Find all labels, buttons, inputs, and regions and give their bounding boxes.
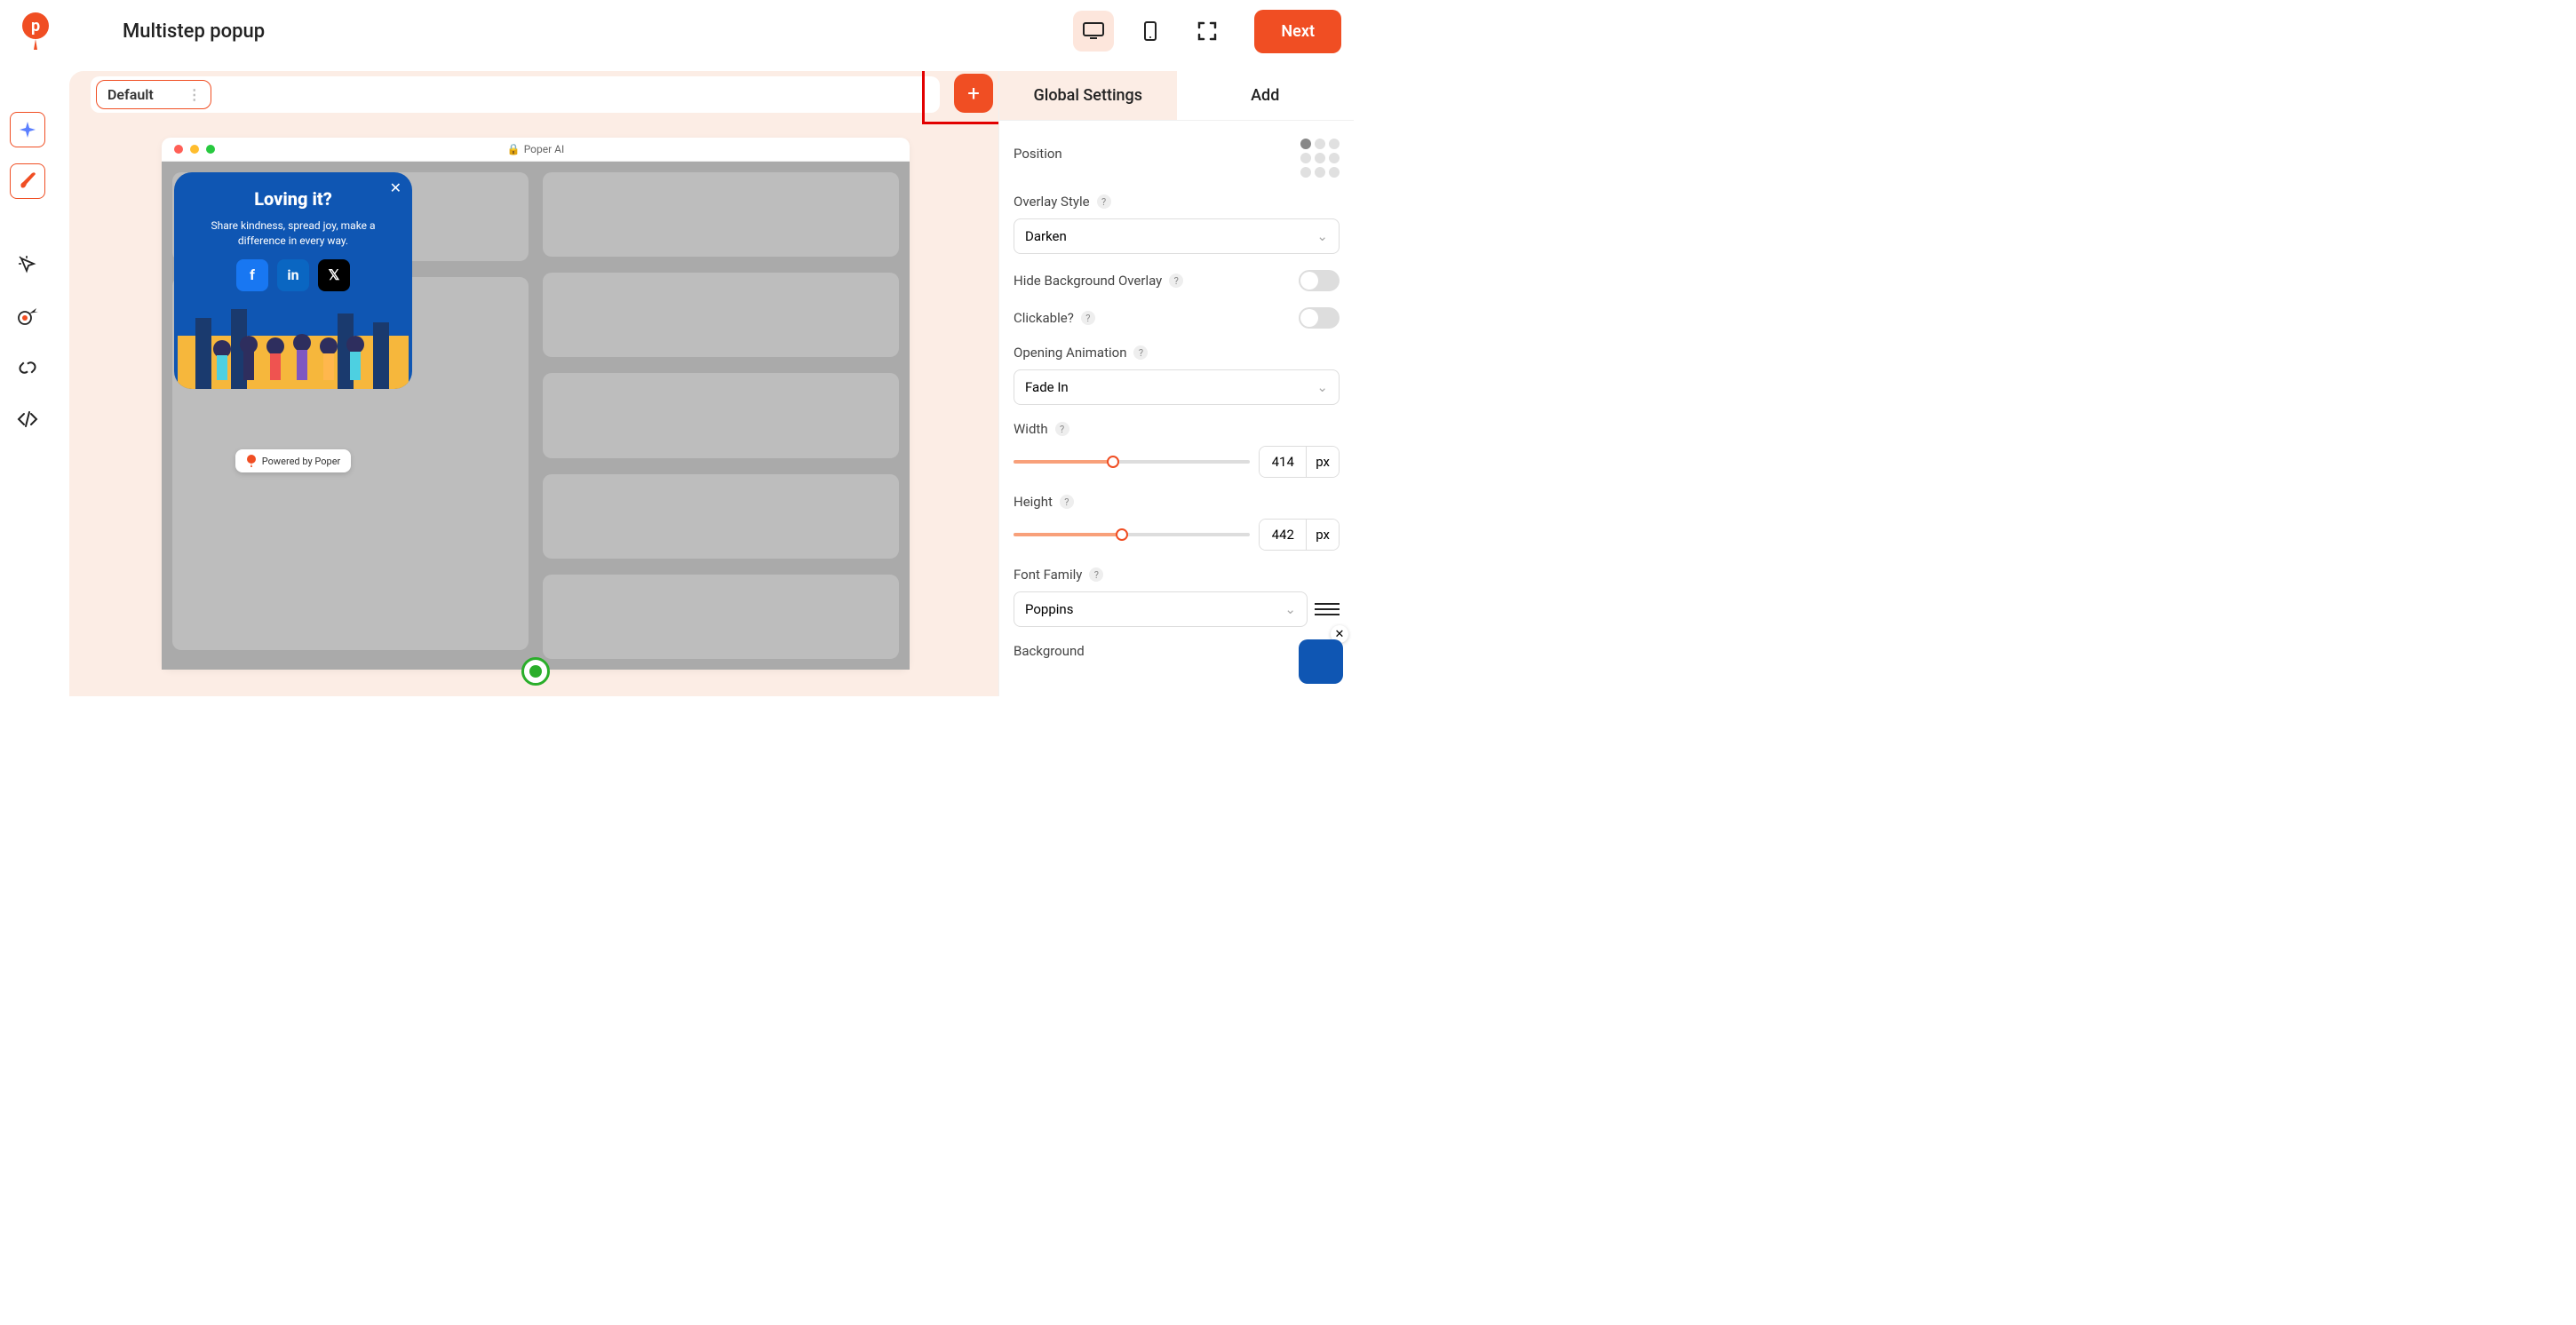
step-chip-label: Default: [107, 86, 154, 103]
code-icon: [17, 410, 38, 428]
clickable-toggle[interactable]: [1299, 307, 1340, 329]
help-icon[interactable]: ?: [1060, 495, 1074, 509]
browser-chrome: 🔒 Poper AI: [162, 138, 910, 162]
popup-close-button[interactable]: ✕: [390, 179, 402, 196]
cursor-click-icon: [18, 255, 37, 274]
help-icon[interactable]: ?: [1055, 422, 1069, 436]
target-icon: [17, 306, 38, 326]
browser-body: ✕ Loving it? Share kindness, spread joy,…: [162, 162, 910, 670]
mobile-preview-button[interactable]: [1130, 11, 1171, 52]
device-preview-group: [1073, 11, 1228, 52]
annotation-arrow: [975, 124, 998, 382]
placeholder-block: [543, 373, 899, 457]
rail-design-button[interactable]: [10, 163, 45, 199]
help-icon[interactable]: ?: [1097, 194, 1111, 209]
overlay-style-select[interactable]: Darken ⌄: [1014, 218, 1340, 254]
settings-panel: Global Settings Add Position Overlay Sty…: [998, 71, 1354, 696]
chevron-down-icon: ⌄: [1316, 379, 1328, 395]
opening-anim-select[interactable]: Fade In ⌄: [1014, 369, 1340, 405]
main-area: Default ⋮ + 🔒 Poper AI: [69, 71, 1354, 696]
brush-icon: [18, 171, 37, 191]
sparkle-icon: [18, 120, 37, 139]
more-vertical-icon[interactable]: ⋮: [161, 86, 200, 103]
popup-illustration: [174, 300, 412, 389]
font-options-button[interactable]: [1315, 597, 1340, 622]
mobile-icon: [1143, 20, 1157, 42]
background-label: Background: [1014, 643, 1085, 659]
add-step-highlight: +: [922, 71, 998, 124]
linkedin-icon[interactable]: in: [277, 259, 309, 291]
width-label: Width: [1014, 421, 1048, 437]
hide-overlay-label: Hide Background Overlay: [1014, 273, 1162, 289]
panel-tabs: Global Settings Add: [999, 71, 1354, 121]
width-unit[interactable]: px: [1306, 447, 1339, 477]
desktop-preview-button[interactable]: [1073, 11, 1114, 52]
height-unit[interactable]: px: [1306, 520, 1339, 550]
svg-text:p: p: [31, 17, 40, 36]
preview-popup[interactable]: ✕ Loving it? Share kindness, spread joy,…: [174, 172, 412, 389]
poper-logo-icon: [246, 455, 257, 467]
help-icon[interactable]: ?: [1169, 274, 1183, 288]
clickable-label: Clickable?: [1014, 310, 1074, 326]
canvas-area: Default ⋮ + 🔒 Poper AI: [69, 71, 998, 696]
width-input[interactable]: [1260, 447, 1306, 477]
height-slider[interactable]: [1014, 533, 1250, 536]
opening-anim-label: Opening Animation: [1014, 345, 1126, 361]
tab-add[interactable]: Add: [1177, 71, 1355, 120]
app-logo: p: [18, 11, 53, 52]
rail-code-button[interactable]: [10, 401, 45, 437]
popup-subtitle: Share kindness, spread joy, make a diffe…: [187, 218, 400, 249]
panel-body: Position Overlay Style? Darken ⌄ Hide Ba…: [999, 121, 1354, 696]
help-icon[interactable]: ?: [1089, 567, 1103, 582]
x-icon[interactable]: 𝕏: [318, 259, 350, 291]
chevron-down-icon: ⌄: [1316, 228, 1328, 244]
height-label: Height: [1014, 494, 1053, 510]
plus-icon: +: [967, 81, 980, 106]
traffic-light-close: [174, 145, 183, 154]
height-input-group: px: [1259, 519, 1340, 551]
lock-icon: 🔒: [507, 143, 521, 155]
top-header: p Multistep popup Next: [0, 0, 1354, 62]
next-button[interactable]: Next: [1254, 10, 1341, 53]
step-chip-default[interactable]: Default ⋮: [96, 80, 211, 109]
help-icon[interactable]: ?: [1081, 311, 1095, 325]
link-icon: [18, 358, 37, 377]
height-input[interactable]: [1260, 520, 1306, 550]
traffic-light-max: [206, 145, 215, 154]
fullscreen-button[interactable]: [1187, 11, 1228, 52]
help-icon[interactable]: ?: [1133, 345, 1148, 360]
resize-handle[interactable]: [521, 657, 550, 686]
fullscreen-icon: [1197, 21, 1217, 41]
rail-ai-button[interactable]: [10, 112, 45, 147]
rail-interact-button[interactable]: [10, 247, 45, 282]
powered-by-badge[interactable]: Powered by Poper: [235, 449, 352, 472]
traffic-light-min: [190, 145, 199, 154]
preview-browser: 🔒 Poper AI ✕ L: [162, 138, 910, 670]
chevron-down-icon: ⌄: [1284, 601, 1296, 617]
desktop-icon: [1082, 21, 1105, 41]
placeholder-block: [543, 273, 899, 357]
width-slider[interactable]: [1014, 460, 1250, 464]
position-picker[interactable]: [1300, 139, 1340, 178]
font-family-select[interactable]: Poppins ⌄: [1014, 591, 1308, 627]
browser-url: 🔒 Poper AI: [507, 143, 565, 155]
left-tool-rail: [9, 112, 46, 437]
popup-title: Loving it?: [187, 188, 400, 210]
placeholder-block: [543, 474, 899, 559]
placeholder-block: [543, 575, 899, 659]
hide-overlay-toggle[interactable]: [1299, 270, 1340, 291]
rail-target-button[interactable]: [10, 298, 45, 334]
facebook-icon[interactable]: f: [236, 259, 268, 291]
help-widget[interactable]: [1299, 639, 1343, 684]
popup-socials: f in 𝕏: [187, 259, 400, 291]
tab-global-settings[interactable]: Global Settings: [999, 71, 1177, 120]
rail-link-button[interactable]: [10, 350, 45, 385]
placeholder-block: [543, 172, 899, 257]
page-title: Multistep popup: [123, 20, 1073, 43]
font-family-label: Font Family: [1014, 567, 1082, 583]
position-label: Position: [1014, 146, 1062, 162]
add-step-button[interactable]: +: [954, 74, 993, 113]
width-input-group: px: [1259, 446, 1340, 478]
overlay-style-label: Overlay Style: [1014, 194, 1090, 210]
